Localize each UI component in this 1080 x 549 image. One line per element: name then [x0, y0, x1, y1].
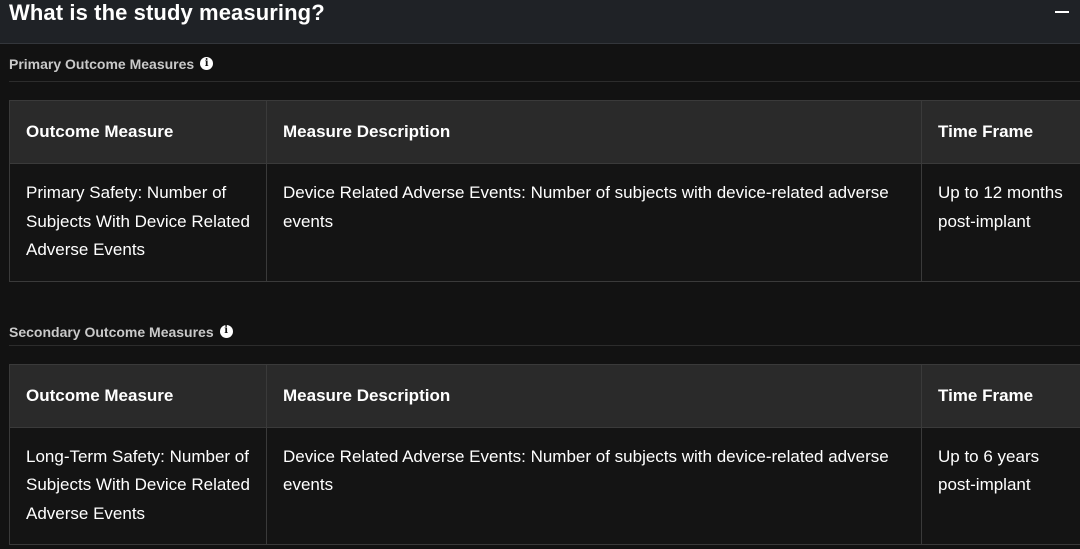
secondary-outcome-table: Outcome Measure Measure Description Time…: [9, 363, 1080, 546]
study-measures-page: What is the study measuring? Primary Out…: [0, 0, 1080, 549]
table-row: Primary Safety: Number of Subjects With …: [9, 163, 1080, 282]
outcome-measure-cell: Primary Safety: Number of Subjects With …: [9, 163, 267, 282]
info-icon[interactable]: i: [200, 57, 214, 70]
column-header-measure-description: Measure Description: [266, 363, 922, 428]
secondary-outcome-label: Secondary Outcome Measures i: [9, 324, 1080, 346]
table-row: Long-Term Safety: Number of Subjects Wit…: [9, 426, 1080, 545]
secondary-table-wrapper: Outcome Measure Measure Description Time…: [0, 363, 1080, 546]
secondary-outcome-section: Secondary Outcome Measures i: [0, 324, 1080, 346]
column-header-outcome-measure: Outcome Measure: [9, 100, 267, 164]
collapse-icon[interactable]: [1052, 2, 1072, 22]
outcome-measure-cell: Long-Term Safety: Number of Subjects Wit…: [9, 426, 267, 545]
primary-table-wrapper: Outcome Measure Measure Description Time…: [0, 100, 1080, 282]
table-header-row: Outcome Measure Measure Description Time…: [9, 100, 1080, 164]
primary-outcome-table: Outcome Measure Measure Description Time…: [9, 100, 1080, 282]
column-header-measure-description: Measure Description: [266, 100, 922, 164]
time-frame-cell: Up to 6 years post-implant: [921, 426, 1080, 545]
measure-description-cell: Device Related Adverse Events: Number of…: [266, 163, 922, 282]
table-header-row: Outcome Measure Measure Description Time…: [9, 363, 1080, 428]
secondary-outcome-label-text: Secondary Outcome Measures: [9, 323, 214, 340]
measure-description-cell: Device Related Adverse Events: Number of…: [266, 426, 922, 545]
section-title: What is the study measuring?: [9, 0, 325, 25]
primary-outcome-section: Primary Outcome Measures i: [0, 44, 1080, 82]
minus-icon: [1055, 10, 1069, 13]
column-header-time-frame: Time Frame: [921, 100, 1080, 164]
section-header[interactable]: What is the study measuring?: [0, 0, 1080, 44]
column-header-time-frame: Time Frame: [921, 363, 1080, 428]
info-icon[interactable]: i: [219, 324, 233, 338]
primary-outcome-label-text: Primary Outcome Measures: [9, 55, 195, 72]
column-header-outcome-measure: Outcome Measure: [9, 363, 267, 428]
primary-outcome-label: Primary Outcome Measures i: [9, 44, 1080, 82]
time-frame-cell: Up to 12 months post-implant: [921, 163, 1080, 282]
